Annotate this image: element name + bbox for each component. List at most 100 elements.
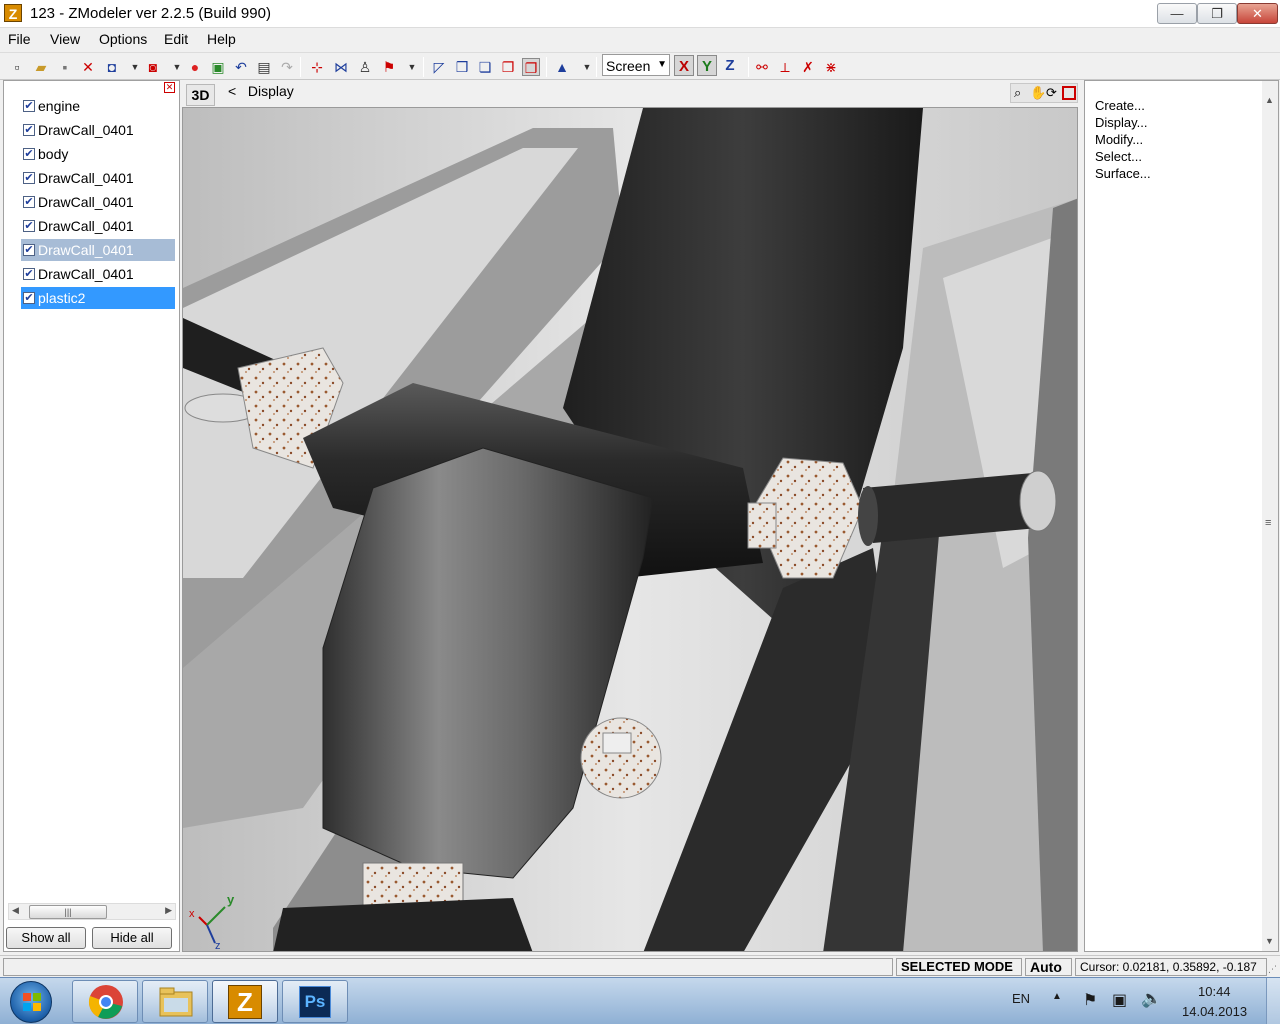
zmodeler-app-icon[interactable]: Z (4, 4, 22, 22)
pivot-tool-icon[interactable]: ✗ (799, 58, 817, 76)
volume-icon[interactable]: 🔈 (1141, 989, 1162, 1009)
taskbar-zmodeler[interactable]: Z (212, 980, 278, 1023)
scroll-right-icon[interactable]: ▶ (165, 905, 172, 916)
open-folder-icon[interactable]: ▰ (32, 58, 50, 76)
action-center-flag-icon[interactable]: ⚑ (1083, 990, 1097, 1010)
command-item[interactable]: Display... (1095, 115, 1157, 131)
toolbar-separator (423, 57, 424, 77)
menu-view[interactable]: View (50, 31, 80, 47)
clock-time[interactable]: 10:44 (1198, 984, 1231, 999)
object-list-item[interactable]: ✔ engine (21, 95, 175, 117)
object-list-item[interactable]: ✔ DrawCall_0401 (21, 239, 175, 261)
network-icon[interactable]: ▣ (1112, 990, 1127, 1010)
select-dropdown-icon[interactable]: ▼ (403, 58, 421, 76)
active-mode-icon[interactable]: ❐ (522, 58, 540, 76)
maximize-viewport-icon[interactable] (1062, 86, 1076, 100)
local-axis-icon[interactable]: ⋇ (822, 58, 840, 76)
commands-vertical-scrollbar[interactable]: ▲ ≡ ▼ (1262, 81, 1278, 951)
select-mesh-icon[interactable]: ⚑ (380, 58, 398, 76)
scrollbar-grip-icon[interactable]: ≡ (1265, 517, 1271, 529)
command-item[interactable]: Modify... (1095, 132, 1157, 148)
render-icon[interactable]: ▣ (209, 58, 227, 76)
export-icon[interactable]: ◙ (144, 58, 162, 76)
save-icon[interactable]: ▪ (56, 58, 74, 76)
object-list-item[interactable]: ✔ DrawCall_0401 (21, 167, 175, 189)
cube-mode-icon[interactable]: ❏ (476, 58, 494, 76)
language-indicator[interactable]: EN (1012, 991, 1030, 1006)
minimize-button[interactable]: — (1157, 3, 1197, 24)
taskbar-photoshop[interactable]: Ps (282, 980, 348, 1023)
delete-icon[interactable]: ✕ (79, 58, 97, 76)
visibility-checkbox[interactable]: ✔ (23, 268, 35, 280)
notes-icon[interactable]: ▤ (255, 58, 273, 76)
resize-grip-icon[interactable]: ⋰ (1268, 964, 1277, 975)
visibility-checkbox[interactable]: ✔ (23, 124, 35, 136)
objects-horizontal-scrollbar[interactable]: ◀ ||| ▶ (8, 903, 176, 920)
start-button[interactable] (10, 981, 52, 1023)
object-list-item[interactable]: ✔ DrawCall_0401 (21, 263, 175, 285)
close-icon[interactable]: ✕ (164, 82, 175, 93)
object-label: DrawCall_0401 (38, 242, 134, 258)
taskbar-explorer[interactable] (142, 980, 208, 1023)
command-item[interactable]: Surface... (1095, 166, 1157, 182)
export-dropdown-icon[interactable]: ▼ (168, 58, 186, 76)
box-mode-icon[interactable]: ❒ (453, 58, 471, 76)
axis-tool-icon[interactable]: ⟂ (776, 58, 794, 76)
menu-edit[interactable]: Edit (164, 31, 188, 47)
select-vertex-icon[interactable]: ⊹ (308, 58, 326, 76)
clock-date[interactable]: 14.04.2013 (1182, 1004, 1247, 1019)
pan-hand-icon[interactable]: ✋ (1030, 85, 1046, 101)
command-item[interactable]: Create... (1095, 98, 1157, 114)
taskbar-chrome[interactable] (72, 980, 138, 1023)
maximize-button[interactable]: ❐ (1197, 3, 1237, 24)
menu-help[interactable]: Help (207, 31, 236, 47)
object-list-item[interactable]: ✔ DrawCall_0401 (21, 215, 175, 237)
object-list-item[interactable]: ✔ body (21, 143, 175, 165)
viewport-3d-tab[interactable]: 3D (186, 84, 215, 106)
zoom-icon[interactable]: ⌕ (1014, 85, 1021, 101)
rotate-view-icon[interactable]: ⟳ (1046, 85, 1057, 101)
scroll-up-icon[interactable]: ▲ (1265, 95, 1274, 105)
menu-file[interactable]: File (8, 31, 31, 47)
menu-options[interactable]: Options (99, 31, 147, 47)
object-list-item[interactable]: ✔ DrawCall_0401 (21, 119, 175, 141)
object-list-item[interactable]: ✔ plastic2 (21, 287, 175, 309)
triangle-mode-icon[interactable]: ▲ (553, 58, 571, 76)
back-arrow-icon[interactable]: < (228, 83, 236, 99)
polygon-mode-icon[interactable]: ◸ (430, 58, 448, 76)
new-file-icon[interactable]: ▫ (8, 58, 26, 76)
record-icon[interactable]: ● (186, 58, 204, 76)
close-button[interactable]: ✕ (1237, 3, 1278, 24)
show-hidden-icons-icon[interactable]: ▲ (1052, 991, 1062, 1002)
redo-icon[interactable]: ↷ (278, 58, 296, 76)
show-desktop-button[interactable] (1266, 978, 1280, 1024)
axis-x-toggle[interactable]: X (674, 55, 694, 76)
select-edge-icon[interactable]: ⋈ (332, 58, 350, 76)
visibility-checkbox[interactable]: ✔ (23, 220, 35, 232)
visibility-checkbox[interactable]: ✔ (23, 244, 35, 256)
hide-all-button[interactable]: Hide all (92, 927, 172, 949)
scroll-down-icon[interactable]: ▼ (1265, 936, 1274, 946)
visibility-checkbox[interactable]: ✔ (23, 100, 35, 112)
view-mode-select[interactable]: Screen ▼ (602, 54, 670, 76)
link-tool-icon[interactable]: ⚯ (753, 58, 771, 76)
scroll-left-icon[interactable]: ◀ (12, 905, 19, 916)
select-figure-icon[interactable]: ♙ (356, 58, 374, 76)
import-dropdown-icon[interactable]: ▼ (126, 58, 144, 76)
visibility-checkbox[interactable]: ✔ (23, 172, 35, 184)
show-all-button[interactable]: Show all (6, 927, 86, 949)
object-mode-icon[interactable]: ❐ (499, 58, 517, 76)
undo-icon[interactable]: ↶ (232, 58, 250, 76)
object-list-item[interactable]: ✔ DrawCall_0401 (21, 191, 175, 213)
axis-z-toggle[interactable]: Z (720, 55, 740, 76)
axis-y-toggle[interactable]: Y (697, 55, 717, 76)
3d-viewport[interactable]: x y z (182, 107, 1078, 952)
import-icon[interactable]: ◘ (103, 58, 121, 76)
triangle-dropdown-icon[interactable]: ▼ (578, 58, 596, 76)
scrollbar-thumb[interactable]: ||| (29, 905, 107, 919)
visibility-checkbox[interactable]: ✔ (23, 292, 35, 304)
command-item[interactable]: Select... (1095, 149, 1157, 165)
breadcrumb-display[interactable]: Display (248, 83, 294, 99)
visibility-checkbox[interactable]: ✔ (23, 148, 35, 160)
visibility-checkbox[interactable]: ✔ (23, 196, 35, 208)
